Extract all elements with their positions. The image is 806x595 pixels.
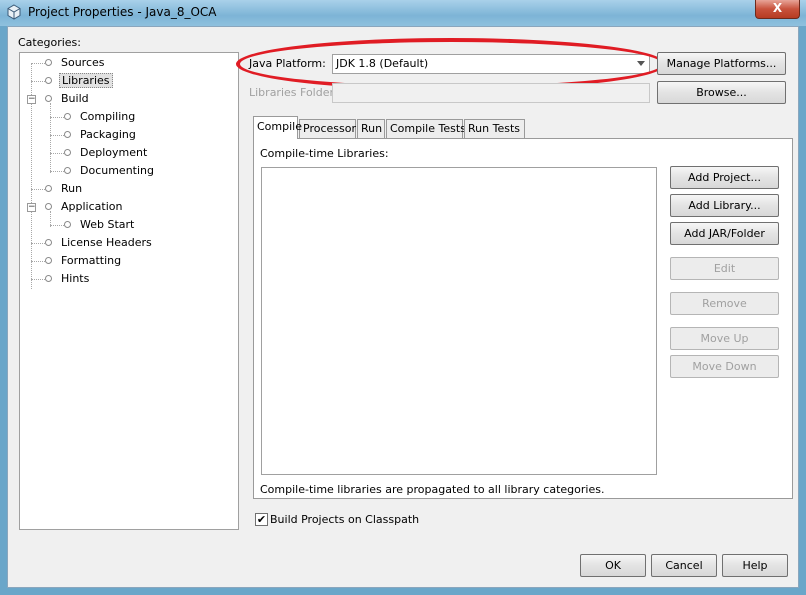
- node-bullet-icon: [45, 77, 52, 84]
- node-bullet-icon: [64, 113, 71, 120]
- compile-libraries-list[interactable]: [261, 167, 657, 475]
- help-button[interactable]: Help: [722, 554, 788, 577]
- tab-run-tests[interactable]: Run Tests: [464, 119, 525, 138]
- tab-processor[interactable]: Processor: [299, 119, 356, 138]
- categories-tree[interactable]: − − Sources Libraries Build Compiling Pa…: [19, 52, 239, 530]
- tree-item-label: Deployment: [80, 146, 148, 159]
- node-bullet-icon: [45, 95, 52, 102]
- node-bullet-icon: [45, 59, 52, 66]
- node-bullet-icon: [64, 221, 71, 228]
- tree-item-compiling[interactable]: Compiling: [78, 109, 137, 125]
- node-bullet-icon: [45, 185, 52, 192]
- add-library-button[interactable]: Add Library...: [670, 194, 779, 217]
- tree-item-label: Formatting: [61, 254, 122, 267]
- tree-item-label: Sources: [61, 56, 105, 69]
- tree-item-run[interactable]: Run: [59, 181, 84, 197]
- tree-item-documenting[interactable]: Documenting: [78, 163, 156, 179]
- tree-item-formatting[interactable]: Formatting: [59, 253, 123, 269]
- libraries-folder-label: Libraries Folder:: [249, 86, 338, 99]
- tree-item-label: Run: [61, 182, 83, 195]
- tree-item-hints[interactable]: Hints: [59, 271, 91, 287]
- manage-platforms-button[interactable]: Manage Platforms...: [657, 52, 786, 75]
- compile-libraries-label: Compile-time Libraries:: [260, 147, 389, 160]
- tree-item-packaging[interactable]: Packaging: [78, 127, 138, 143]
- node-bullet-icon: [64, 167, 71, 174]
- tab-compile-tests[interactable]: Compile Tests: [386, 119, 466, 138]
- tree-item-label: Hints: [61, 272, 90, 285]
- tree-item-label: Web Start: [80, 218, 135, 231]
- build-on-classpath-checkbox[interactable]: ✔: [255, 513, 268, 526]
- tree-item-deployment[interactable]: Deployment: [78, 145, 149, 161]
- categories-label: Categories:: [18, 36, 81, 49]
- close-button[interactable]: X: [755, 0, 800, 19]
- tree-item-label: Application: [61, 200, 123, 213]
- tree-item-label: Packaging: [80, 128, 136, 141]
- add-jar-folder-button[interactable]: Add JAR/Folder: [670, 222, 779, 245]
- tree-guide-line: [50, 103, 51, 173]
- tree-item-sources[interactable]: Sources: [59, 55, 107, 71]
- node-bullet-icon: [45, 257, 52, 264]
- browse-button[interactable]: Browse...: [657, 81, 786, 104]
- tree-item-label: Build: [61, 92, 89, 105]
- edit-button[interactable]: Edit: [670, 257, 779, 280]
- checkmark-icon: ✔: [256, 513, 267, 526]
- window-title: Project Properties - Java_8_OCA: [28, 5, 217, 19]
- remove-button[interactable]: Remove: [670, 292, 779, 315]
- ok-button[interactable]: OK: [580, 554, 646, 577]
- close-icon: X: [772, 1, 783, 15]
- tree-item-application[interactable]: Application: [59, 199, 124, 215]
- tree-item-label: Libraries: [59, 73, 113, 88]
- compile-libraries-note: Compile-time libraries are propagated to…: [260, 483, 605, 496]
- tree-item-label: License Headers: [61, 236, 152, 249]
- move-up-button[interactable]: Move Up: [670, 327, 779, 350]
- move-down-button[interactable]: Move Down: [670, 355, 779, 378]
- tree-item-label: Documenting: [80, 164, 154, 177]
- build-on-classpath-label: Build Projects on Classpath: [270, 513, 420, 526]
- node-bullet-icon: [45, 275, 52, 282]
- collapse-application-icon[interactable]: −: [27, 203, 36, 212]
- add-project-button[interactable]: Add Project...: [670, 166, 779, 189]
- project-cube-icon: [7, 4, 21, 20]
- tab-run[interactable]: Run: [357, 119, 385, 138]
- tree-item-libraries[interactable]: Libraries: [59, 73, 113, 89]
- dialog-body: Categories: − − Sources Libraries Build …: [7, 26, 799, 588]
- node-bullet-icon: [45, 239, 52, 246]
- tab-compile[interactable]: Compile: [253, 116, 302, 139]
- node-bullet-icon: [64, 149, 71, 156]
- title-bar: Project Properties - Java_8_OCA X: [0, 0, 806, 26]
- tree-item-web-start[interactable]: Web Start: [78, 217, 136, 233]
- collapse-build-icon[interactable]: −: [27, 95, 36, 104]
- libraries-folder-field: [332, 83, 650, 103]
- node-bullet-icon: [45, 203, 52, 210]
- tree-item-label: Compiling: [80, 110, 136, 123]
- compile-tab-panel: Compile-time Libraries: Add Project... A…: [253, 138, 793, 499]
- tree-item-build[interactable]: Build: [59, 91, 91, 107]
- cancel-button[interactable]: Cancel: [651, 554, 717, 577]
- node-bullet-icon: [64, 131, 71, 138]
- tree-item-license-headers[interactable]: License Headers: [59, 235, 154, 251]
